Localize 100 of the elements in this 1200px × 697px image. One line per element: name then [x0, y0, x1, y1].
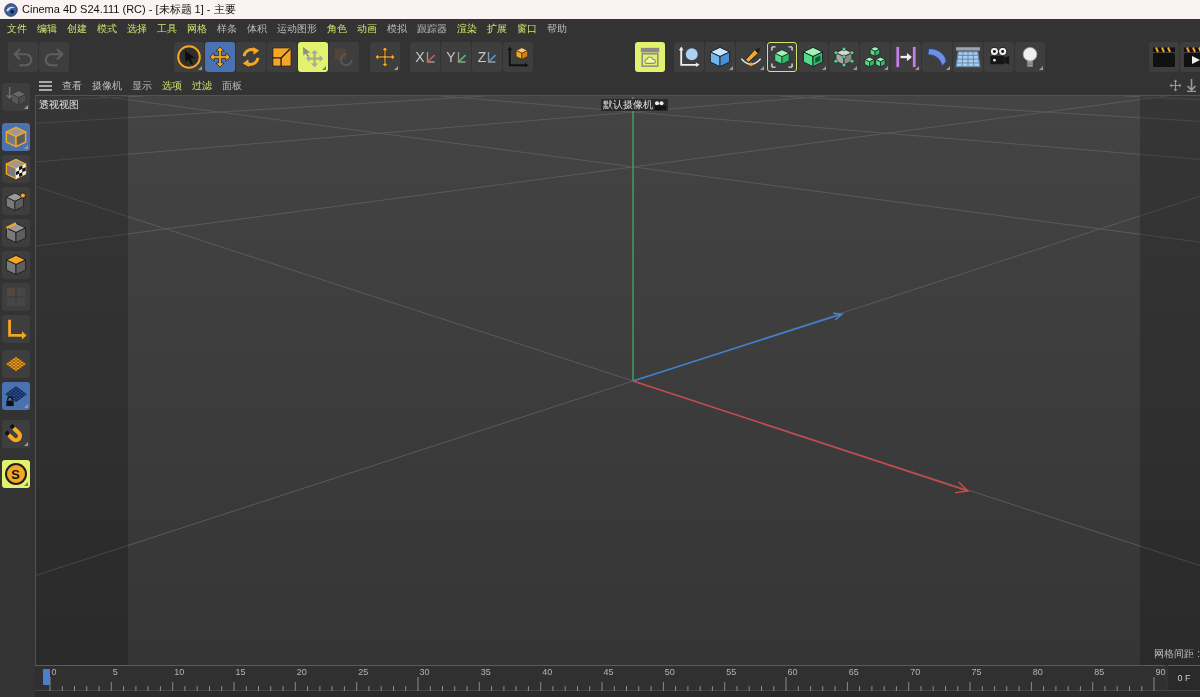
x-axis-button[interactable]: X	[410, 42, 440, 72]
menu-item[interactable]: 创建	[67, 23, 87, 34]
clapperboard-play-icon	[1183, 45, 1200, 69]
solo-button[interactable]: S	[2, 460, 30, 488]
floor-object-button[interactable]	[953, 42, 983, 72]
clapperboard-icon	[1152, 45, 1176, 69]
frame-number: 30	[419, 668, 430, 677]
locked-workplane-button[interactable]	[2, 382, 30, 410]
box-cloud-icon	[639, 46, 661, 68]
snap-button[interactable]	[2, 420, 30, 448]
move-cursor-icon	[302, 46, 324, 68]
view-menu-item[interactable]: 面板	[222, 80, 242, 91]
z-axis-button[interactable]: Z	[472, 42, 502, 72]
cube-edge-icon	[5, 222, 27, 244]
scale-tool-button[interactable]	[267, 42, 297, 72]
move-arrows-icon	[209, 46, 231, 68]
playhead-marker[interactable]	[43, 669, 50, 685]
frame-number: 70	[910, 668, 921, 677]
frame-number: 75	[971, 668, 982, 677]
frame-number: 20	[296, 668, 307, 677]
grid-plane-icon	[5, 353, 27, 375]
axis-angle-icon	[456, 51, 466, 63]
undo-icon	[12, 46, 34, 68]
camera-label-button[interactable]: 默认摄像机	[601, 99, 668, 111]
menu-item[interactable]: 渲染	[457, 23, 477, 34]
menu-item[interactable]: 编辑	[37, 23, 57, 34]
view-menu-item[interactable]: 摄像机	[92, 80, 122, 91]
menu-item[interactable]: 跟踪器	[417, 23, 447, 34]
light-object-button[interactable]	[1015, 42, 1045, 72]
frame-number: 80	[1032, 668, 1043, 677]
y-axis-button[interactable]: Y	[441, 42, 471, 72]
cross-arrows-icon	[374, 46, 396, 68]
cube-selection-button[interactable]	[767, 42, 797, 72]
curved-object-button[interactable]	[922, 42, 952, 72]
square-rotate-icon	[333, 46, 355, 68]
cubes-icon	[864, 46, 886, 68]
camera-icon	[654, 100, 666, 110]
generator-button[interactable]	[798, 42, 828, 72]
curved-shape-icon	[926, 46, 948, 68]
move-tool-button[interactable]	[205, 42, 235, 72]
grid-lock-icon	[5, 385, 27, 407]
frame-number: 90	[1155, 668, 1166, 677]
checker-cube-icon	[5, 158, 27, 180]
current-frame-field[interactable]: 0 F	[1168, 665, 1200, 690]
timeline-ruler[interactable]: 0 5 10 15 20 25 30 35 40 45 50 55 60 65 70 75 80 85 90	[35, 665, 1165, 690]
frame-number: 25	[358, 668, 369, 677]
polygons-mode-button[interactable]	[2, 251, 30, 279]
move-view-icon[interactable]	[1169, 79, 1182, 92]
rotate-tool-button[interactable]	[236, 42, 266, 72]
asset-box-button[interactable]	[635, 42, 665, 72]
menu-item[interactable]: 扩展	[487, 23, 507, 34]
view-menu-item[interactable]: 查看	[62, 80, 82, 91]
edges-mode-button[interactable]	[2, 219, 30, 247]
down-arrow-icon[interactable]	[1186, 79, 1197, 92]
view-menu-item[interactable]: 选项	[162, 80, 182, 91]
select-tool-button[interactable]	[174, 42, 204, 72]
menu-item[interactable]: 帮助	[547, 23, 567, 34]
pen-tool-button[interactable]	[736, 42, 766, 72]
camera-object-button[interactable]	[984, 42, 1014, 72]
viewport-canvas[interactable]: 透视视图 默认摄像机 网格间距 :	[35, 95, 1200, 665]
deformer-button[interactable]	[829, 42, 859, 72]
cube-outline-icon	[5, 126, 27, 148]
hollow-cube-icon	[802, 46, 824, 68]
menu-item[interactable]: 样条	[217, 23, 237, 34]
axis-mode-button[interactable]	[2, 315, 30, 343]
cross-arrows-button[interactable]	[370, 42, 400, 72]
menu-item[interactable]: 文件	[7, 23, 27, 34]
render-view-button[interactable]	[1149, 42, 1179, 72]
workplane-button[interactable]	[2, 350, 30, 378]
cursor-in-circle-icon	[177, 45, 201, 69]
axis-arrows-icon	[5, 318, 27, 340]
menu-item[interactable]: 工具	[157, 23, 177, 34]
menu-icon[interactable]	[39, 80, 52, 91]
menu-item[interactable]: 动画	[357, 23, 377, 34]
cube-object-button[interactable]	[705, 42, 735, 72]
menu-item[interactable]: 选择	[127, 23, 147, 34]
null-object-button[interactable]	[674, 42, 704, 72]
rotate-icon	[240, 46, 262, 68]
view-menu-item[interactable]: 显示	[132, 80, 152, 91]
window-title: Cinema 4D S24.111 (RC) - [未标题 1] - 主要	[22, 4, 236, 15]
frame-number: 50	[664, 668, 675, 677]
points-mode-button[interactable]	[2, 187, 30, 215]
view-menu-item[interactable]: 过滤	[192, 80, 212, 91]
app-logo-icon	[4, 2, 18, 17]
menu-item[interactable]: 模拟	[387, 23, 407, 34]
cloner-button[interactable]	[860, 42, 890, 72]
menu-item[interactable]: 窗口	[517, 23, 537, 34]
bracket-arrow-button[interactable]	[891, 42, 921, 72]
menu-item[interactable]: 角色	[327, 23, 347, 34]
menu-item[interactable]: 运动图形	[277, 23, 317, 34]
menu-item[interactable]: 网格	[187, 23, 207, 34]
cube-icon	[709, 46, 731, 68]
cube-point-icon	[5, 190, 27, 212]
coordinate-system-button[interactable]	[503, 42, 533, 72]
frame-number: 85	[1094, 668, 1105, 677]
grid-spacing-label: 网格间距 :	[1154, 649, 1200, 659]
menu-item[interactable]: 体积	[247, 23, 267, 34]
texture-mode-button[interactable]	[2, 155, 30, 183]
menu-item[interactable]: 模式	[97, 23, 117, 34]
frame-number: 15	[235, 668, 246, 677]
